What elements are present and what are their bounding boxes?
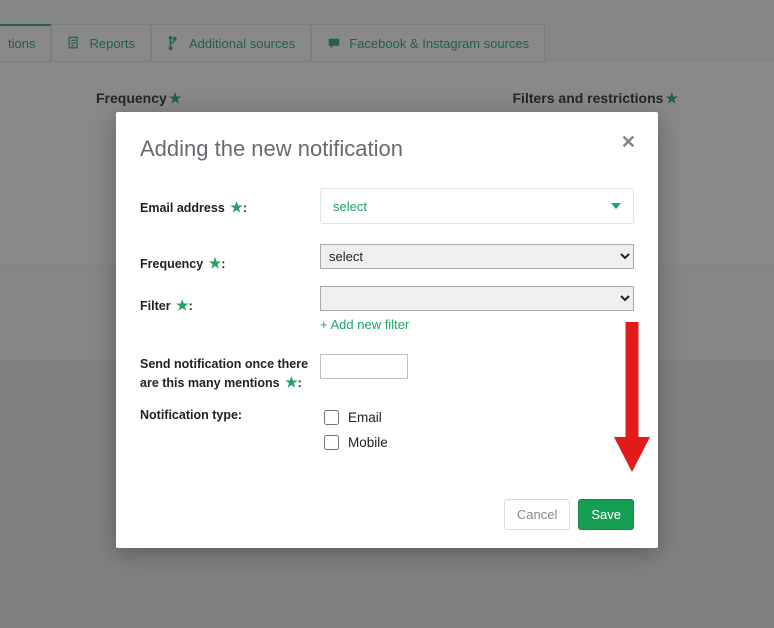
modal-form: Email address ★: select Frequency ★: sel…: [140, 188, 634, 530]
frequency-select[interactable]: select: [320, 244, 634, 269]
modal-title: Adding the new notification: [140, 136, 634, 162]
modal-footer: Cancel Save: [140, 499, 634, 530]
save-button[interactable]: Save: [578, 499, 634, 530]
notification-type-label: Notification type:: [140, 407, 320, 425]
threshold-input[interactable]: [320, 354, 408, 379]
mobile-checkbox-row[interactable]: Mobile: [320, 432, 634, 453]
email-label: Email address ★:: [140, 188, 320, 218]
star-icon: ★: [230, 199, 243, 215]
chevron-down-icon: [611, 203, 621, 209]
close-button[interactable]: ✕: [615, 130, 642, 154]
star-icon: ★: [285, 374, 298, 390]
add-new-filter-link[interactable]: + Add new filter: [320, 317, 409, 332]
mobile-checkbox-label: Mobile: [348, 435, 388, 450]
filter-label: Filter ★:: [140, 286, 320, 316]
email-checkbox-label: Email: [348, 410, 382, 425]
star-icon: ★: [209, 255, 222, 271]
threshold-label: Send notification once there are this ma…: [140, 354, 320, 393]
mobile-checkbox[interactable]: [324, 435, 339, 450]
frequency-label: Frequency ★:: [140, 244, 320, 274]
add-notification-modal: Adding the new notification ✕ Email addr…: [116, 112, 658, 548]
email-checkbox-row[interactable]: Email: [320, 407, 634, 428]
email-select-placeholder: select: [333, 199, 367, 214]
close-icon: ✕: [621, 132, 636, 152]
email-checkbox[interactable]: [324, 410, 339, 425]
cancel-button[interactable]: Cancel: [504, 499, 570, 530]
star-icon: ★: [176, 297, 189, 313]
filter-select[interactable]: [320, 286, 634, 311]
email-select[interactable]: select: [320, 188, 634, 224]
